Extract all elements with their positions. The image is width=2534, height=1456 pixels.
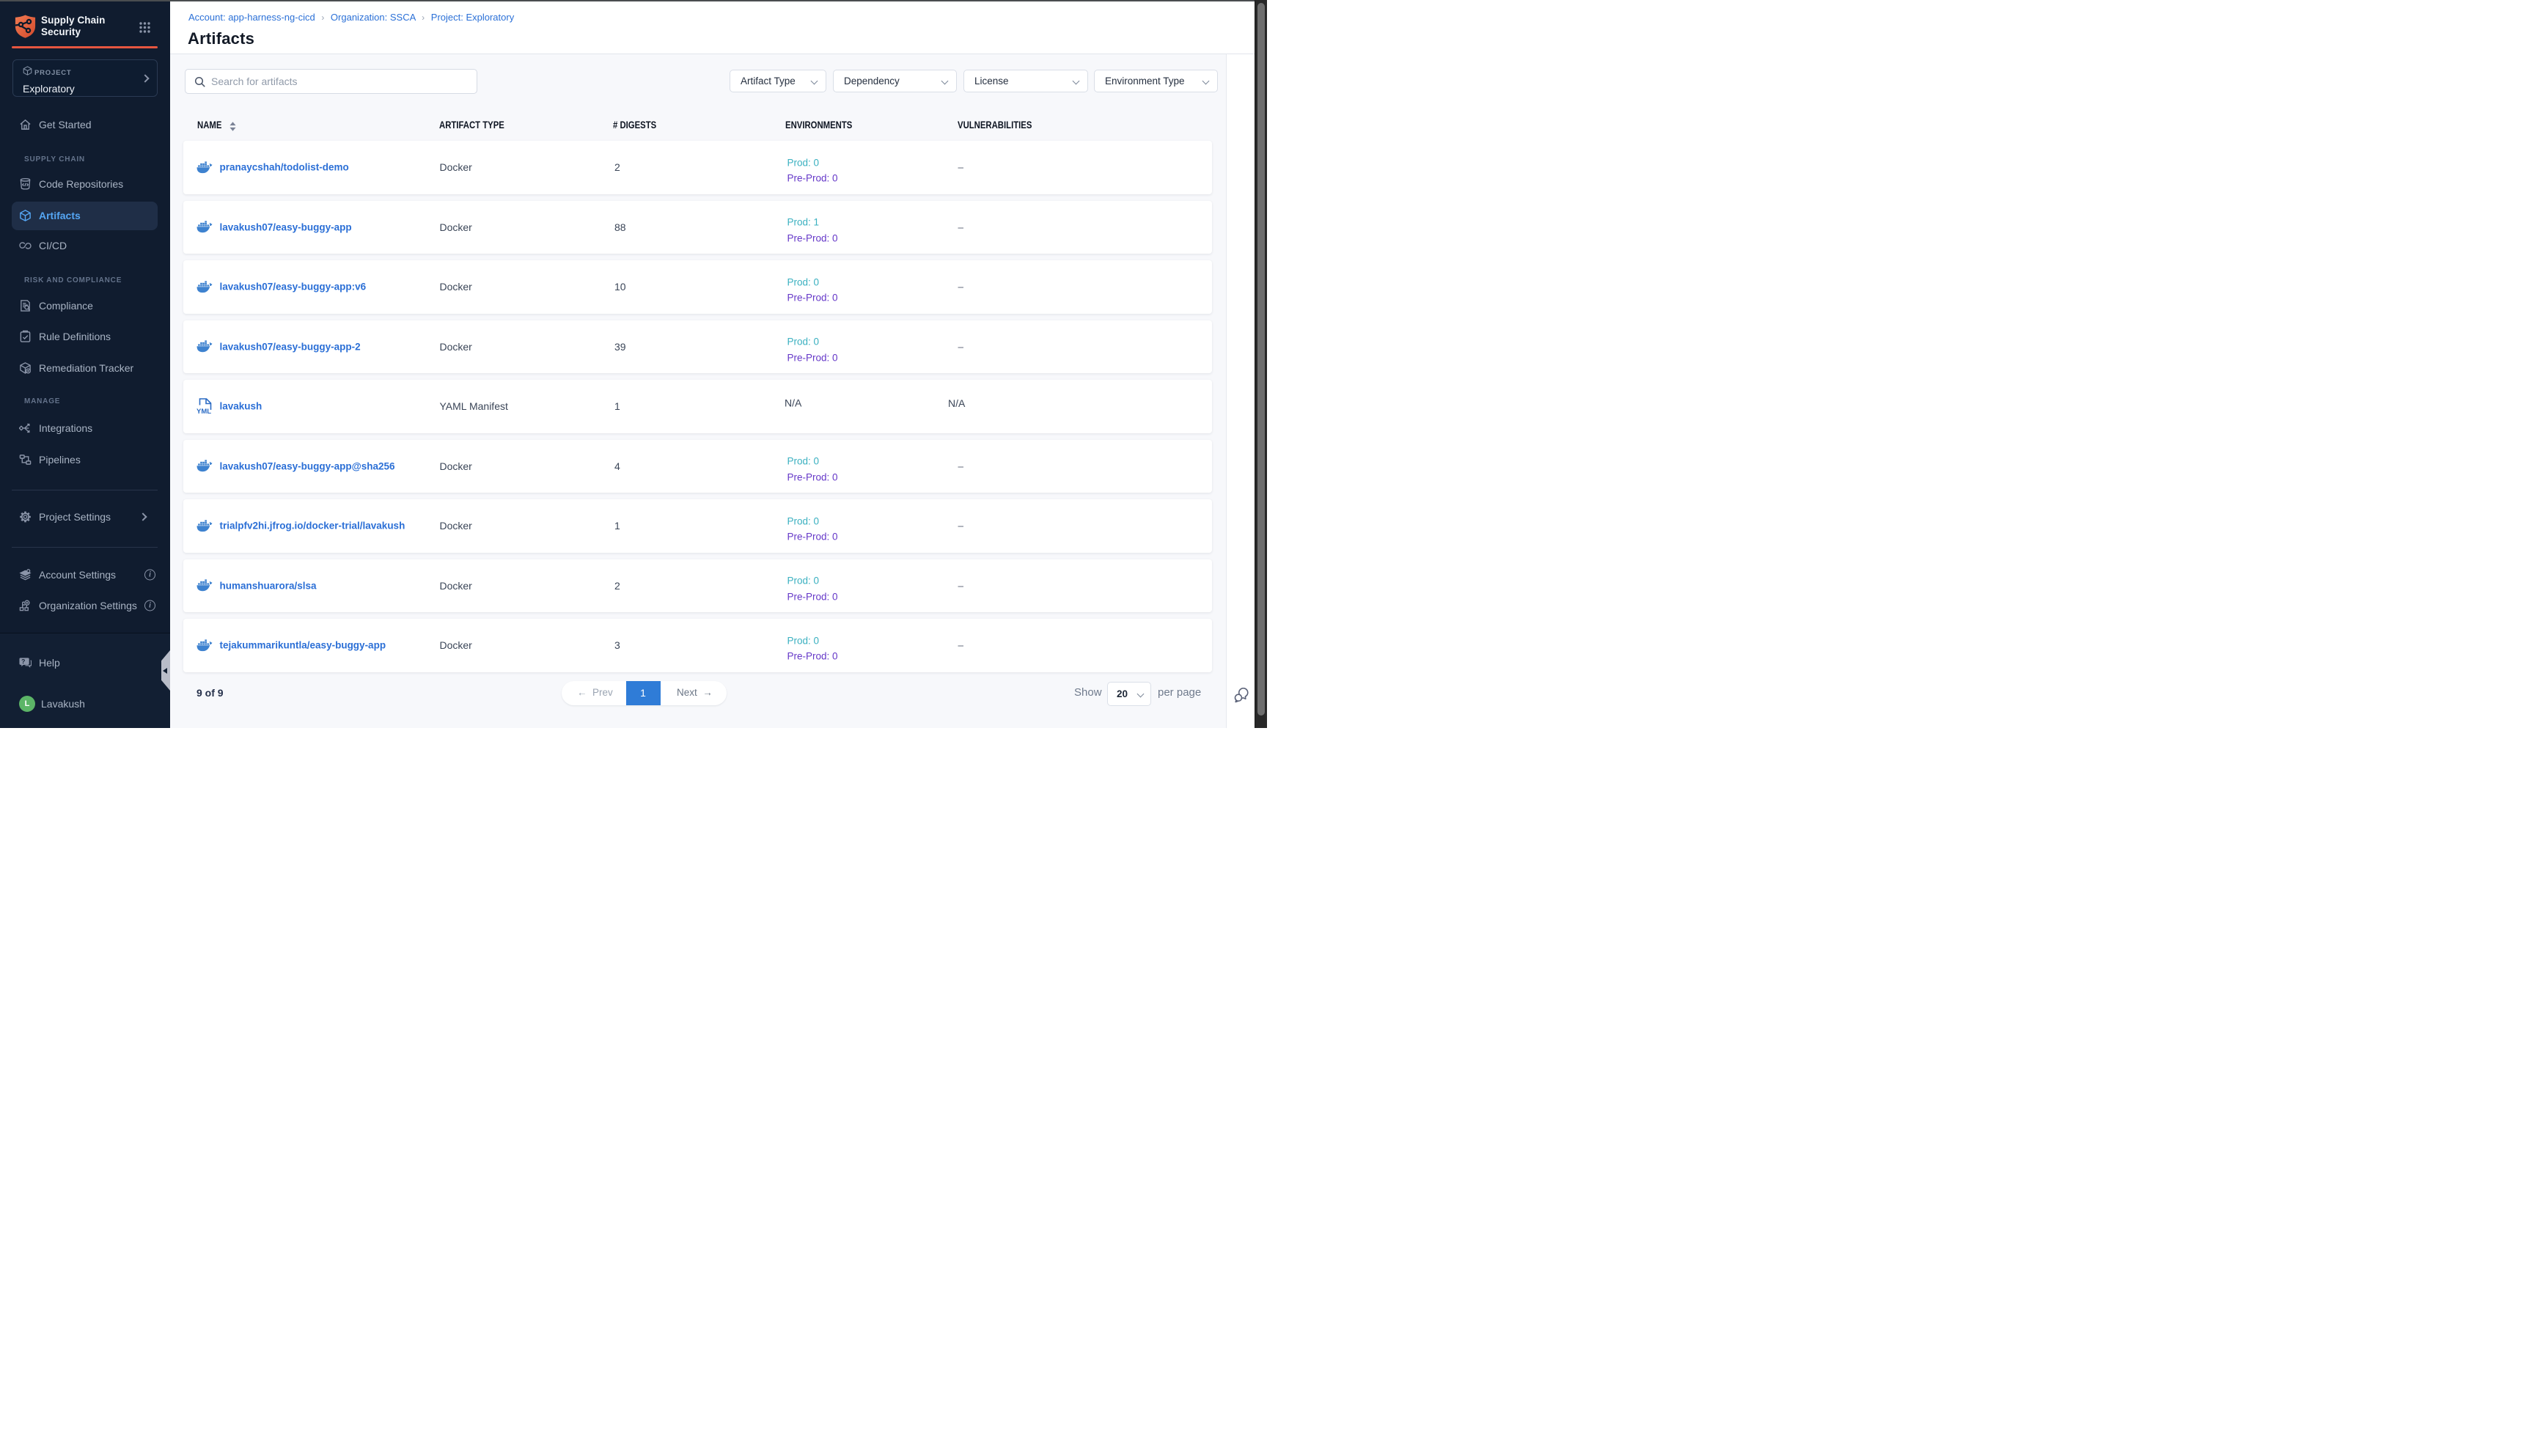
svg-text:?: ?	[21, 658, 25, 665]
svg-text:YML: YML	[197, 408, 211, 416]
